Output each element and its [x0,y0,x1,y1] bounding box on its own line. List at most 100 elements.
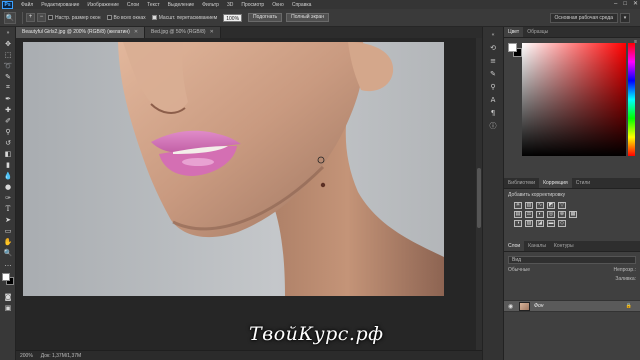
close-tab-icon[interactable]: ✕ [210,27,214,38]
marquee-tool-icon[interactable]: ⬚ [1,49,15,60]
tab-layers[interactable]: Слои [504,241,525,251]
resize-windows-checkbox[interactable] [48,15,53,20]
tab-channels[interactable]: Каналы [524,241,550,251]
tab-libraries[interactable]: Библиотеки [504,178,539,188]
workspace-selector[interactable]: Основная рабочая среда [549,13,618,23]
menu-type[interactable]: Текст [143,2,164,8]
selective-color-icon[interactable]: ◇ [558,220,566,227]
dodge-tool-icon[interactable]: ● [1,181,15,192]
history-icon[interactable]: ⟲ [487,43,499,53]
curves-icon[interactable]: ∿ [536,202,544,209]
menu-file[interactable]: Файл [17,2,37,8]
maximize-icon[interactable]: □ [623,0,627,9]
minimize-icon[interactable]: – [614,0,617,9]
all-windows-checkbox[interactable] [106,15,112,20]
zoom-out-icon[interactable]: − [37,13,46,22]
menu-view[interactable]: Просмотр [237,2,268,8]
healing-brush-tool-icon[interactable]: ✚ [1,104,15,115]
quick-mask-icon[interactable]: ◙ [1,291,15,302]
black-white-icon[interactable]: ◐ [536,211,544,218]
scrollbar-thumb[interactable] [477,168,481,228]
layer-name[interactable]: Фон [534,303,544,309]
tab-paths[interactable]: Контуры [550,241,578,251]
shape-tool-icon[interactable]: ▭ [1,225,15,236]
quick-select-tool-icon[interactable]: ✎ [1,71,15,82]
fill-label[interactable]: Заливка: [615,276,636,282]
gradient-map-icon[interactable]: ▬ [547,220,555,227]
menu-edit[interactable]: Редактирование [37,2,83,8]
crop-tool-icon[interactable]: ⌗ [1,82,15,93]
clone-stamp-tool-icon[interactable]: ⚲ [1,126,15,137]
foreground-color-swatch[interactable] [2,273,10,281]
brush-presets-icon[interactable]: ✎ [487,69,499,79]
scrubby-zoom-checkbox[interactable] [151,15,157,20]
posterize-icon[interactable]: ▨ [525,220,533,227]
foreground-color-swatch[interactable] [508,43,517,52]
menu-image[interactable]: Изображение [83,2,123,8]
photo-filter-icon[interactable]: ◎ [547,211,555,218]
close-icon[interactable]: ✕ [633,0,638,9]
paragraph-icon[interactable]: ¶ [487,108,499,118]
close-tab-icon[interactable]: ✕ [134,27,138,38]
collapse-arrows-icon[interactable]: » [1,27,15,38]
menu-select[interactable]: Выделение [164,2,199,8]
menu-window[interactable]: Окно [268,2,288,8]
color-picker-field[interactable] [522,43,626,156]
color-balance-icon[interactable]: ⚖ [525,211,533,218]
levels-icon[interactable]: ▥ [525,202,533,209]
move-tool-icon[interactable]: ✥ [1,38,15,49]
collapse-arrows-icon[interactable]: « [487,30,499,40]
eye-icon[interactable]: ◉ [508,303,515,310]
clone-source-icon[interactable]: ⚲ [487,82,499,92]
screen-mode-icon[interactable]: ▣ [1,302,15,313]
gradient-tool-icon[interactable]: ▮ [1,159,15,170]
document-tab-active[interactable]: Beautyful Girls2.jpg @ 200% (RGB/8) (жел… [16,27,146,38]
canvas-area[interactable] [16,38,482,350]
brightness-icon[interactable]: ☀ [514,202,522,209]
lasso-tool-icon[interactable]: ➰ [1,60,15,71]
fit-screen-button[interactable]: Подогнать [248,13,283,22]
hue-saturation-icon[interactable]: ▤ [514,211,522,218]
more-tools-icon[interactable]: … [1,258,15,269]
brush-tool-icon[interactable]: ✐ [1,115,15,126]
info-icon[interactable]: ⓘ [487,121,499,131]
vibrance-icon[interactable]: ▽ [558,202,566,209]
tab-color[interactable]: Цвет [504,27,524,37]
chevron-down-icon[interactable]: ▾ [620,13,630,23]
color-lookup-icon[interactable]: ▦ [569,211,577,218]
hue-slider[interactable] [628,43,635,156]
menu-filter[interactable]: Фильтр [198,2,223,8]
fill-screen-button[interactable]: Полный экран [286,13,329,22]
zoom-in-icon[interactable]: + [26,13,35,22]
eraser-tool-icon[interactable]: ◧ [1,148,15,159]
zoom-tool-icon[interactable]: 🔍 [1,247,15,258]
document-tab[interactable]: Bed.jpg @ 50% (RGB/8) ✕ [145,27,221,38]
hand-tool-icon[interactable]: ✋ [1,236,15,247]
type-tool-icon[interactable]: T [1,203,15,214]
exposure-icon[interactable]: ◩ [547,202,555,209]
document-image[interactable] [23,42,444,296]
character-icon[interactable]: A [487,95,499,105]
pen-tool-icon[interactable]: ✑ [1,192,15,203]
zoom-tool-preset-icon[interactable]: 🔍 [4,11,16,24]
zoom-level[interactable]: 200% [20,353,33,359]
menu-3d[interactable]: 3D [223,2,237,8]
layer-row[interactable]: ◉ Фон 🔒 [504,300,640,312]
blend-mode-select[interactable]: Обычные [508,267,530,273]
tab-styles[interactable]: Стили [572,178,594,188]
color-swatches[interactable] [1,272,15,288]
tab-adjustments[interactable]: Коррекция [539,178,572,188]
channel-mixer-icon[interactable]: ⊕ [558,211,566,218]
invert-icon[interactable]: ◑ [514,220,522,227]
eyedropper-tool-icon[interactable]: ✒ [1,93,15,104]
menu-help[interactable]: Справка [288,2,316,8]
menu-layers[interactable]: Слои [123,2,143,8]
zoom-value-field[interactable]: 100% [223,13,243,22]
properties-icon[interactable]: ≡ [487,56,499,66]
blur-tool-icon[interactable]: 💧 [1,170,15,181]
threshold-icon[interactable]: ◪ [536,220,544,227]
tab-swatches[interactable]: Образцы [523,27,552,37]
layer-filter[interactable]: Вид [508,256,636,264]
opacity-label[interactable]: Непрозр.: [614,267,636,273]
history-brush-tool-icon[interactable]: ↺ [1,137,15,148]
